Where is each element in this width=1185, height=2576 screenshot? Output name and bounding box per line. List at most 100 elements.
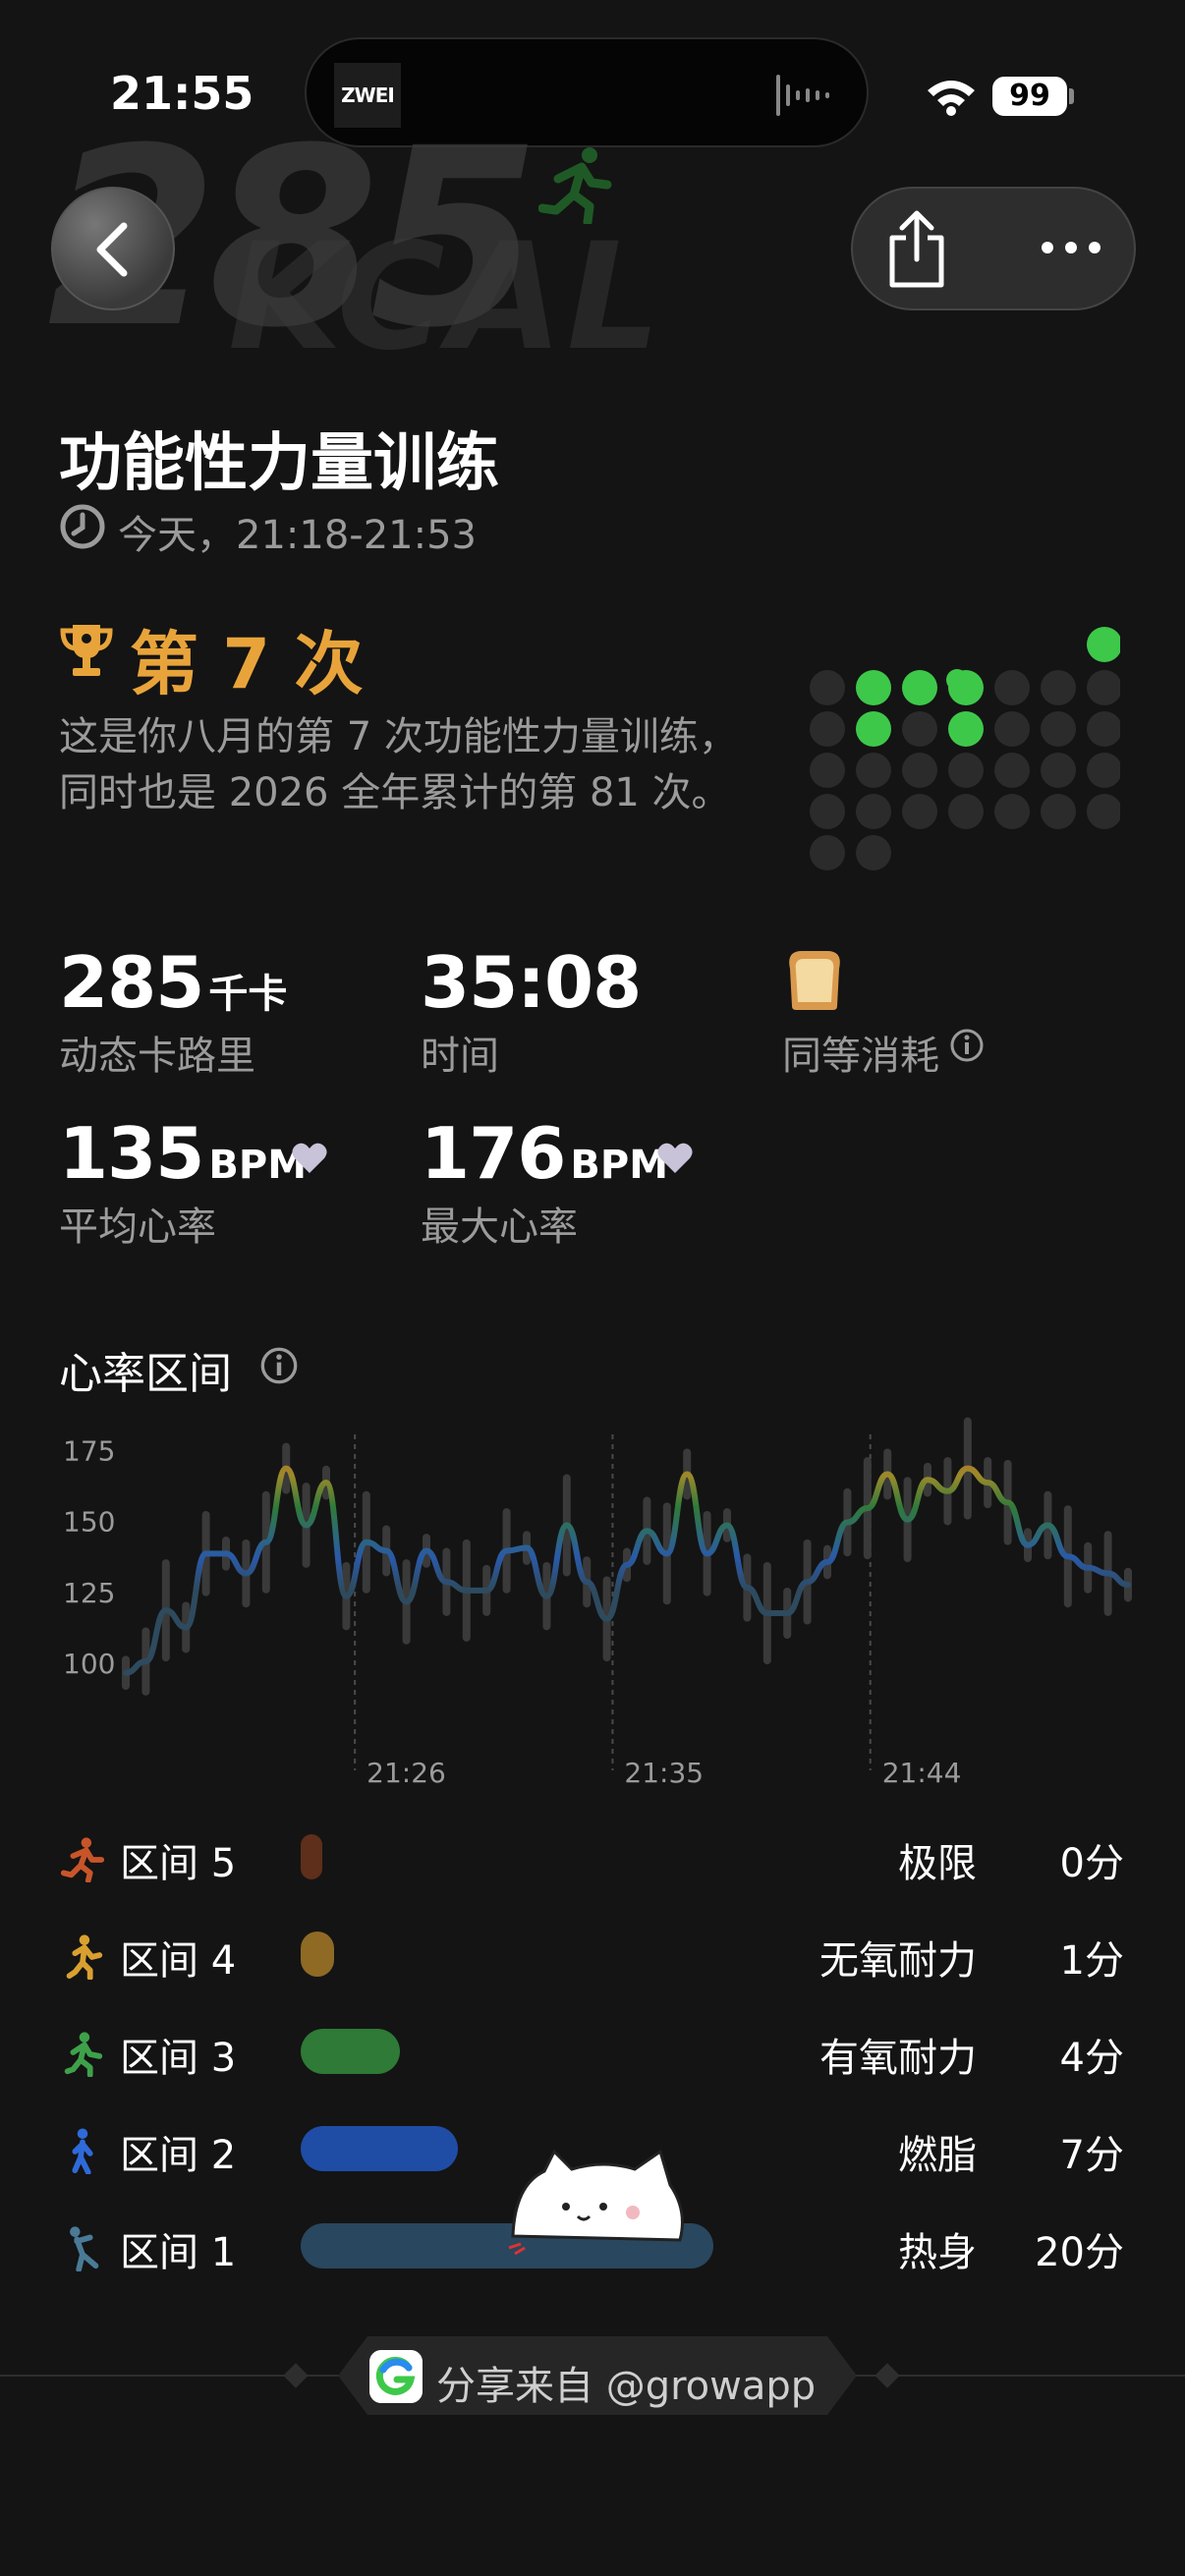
max-hr-unit: BPM (570, 1143, 668, 1188)
x-tick-label: 21:35 (624, 1757, 704, 1788)
dot-inactive (902, 711, 937, 747)
zone2-walker-icon (72, 2128, 93, 2174)
dot-inactive (810, 670, 845, 705)
zone-bar (301, 2029, 400, 2074)
dot-inactive (902, 753, 937, 788)
dot-active (856, 711, 891, 747)
max-hr-label: 最大心率 (421, 1204, 578, 1250)
dot-inactive (856, 753, 891, 788)
more-icon[interactable] (1040, 230, 1102, 265)
info-icon[interactable] (949, 1028, 985, 1063)
footer-diamond-right (875, 2363, 900, 2388)
zone-label: 区间 1 (120, 2230, 237, 2275)
dot-inactive (810, 753, 845, 788)
runner-watermark-icon (538, 147, 612, 224)
avg-hr-label: 平均心率 (59, 1204, 216, 1250)
duration-value-row: 35:08 (421, 941, 642, 1024)
achievement-title: 第 7 次 (130, 624, 364, 704)
share-icon[interactable] (882, 208, 951, 289)
zone4-runner-icon (66, 1934, 103, 1980)
zone1-stretch-icon (70, 2226, 99, 2271)
x-tick-label: 21:26 (367, 1757, 446, 1788)
dot-inactive (1087, 753, 1120, 788)
dot-inactive (1041, 670, 1076, 705)
zone-name: 极限 (898, 1841, 977, 1886)
zone5-runner-icon (61, 1837, 104, 1882)
battery-indicator: 99 (992, 77, 1067, 116)
back-button[interactable] (51, 187, 175, 310)
calories-label: 动态卡路里 (59, 1034, 255, 1079)
dot-inactive (948, 753, 984, 788)
y-tick-label: 125 (63, 1577, 115, 1609)
zone-minutes: 20分 (1035, 2230, 1124, 2275)
dot-inactive (1041, 711, 1076, 747)
heart-icon (657, 1143, 693, 1173)
zone-name: 热身 (898, 2230, 977, 2275)
chevron-left-icon (96, 222, 128, 277)
workout-time-range: 今天，21:18-21:53 (118, 513, 477, 558)
footer-diamond-left (283, 2363, 309, 2388)
audio-waveform-icon (776, 75, 829, 116)
dot-inactive (902, 794, 937, 829)
trophy-icon (60, 625, 113, 676)
y-tick-label: 150 (63, 1506, 115, 1539)
dot-active (946, 669, 968, 691)
zone3-runner-icon (64, 2032, 103, 2077)
workout-title: 功能性力量训练 (59, 427, 499, 500)
zone-bar (301, 1932, 334, 1977)
zone-label: 区间 2 (120, 2133, 237, 2178)
dot-inactive (856, 835, 891, 870)
monthly-workout-dot-grid (810, 627, 1120, 870)
dot-inactive (1087, 670, 1120, 705)
zone-label: 区间 5 (120, 1841, 237, 1886)
zone-name: 燃脂 (898, 2133, 977, 2178)
heart-rate-chart: 175 150 125 100 21:26 21:35 21:44 (63, 1417, 1132, 1788)
heart-icon (292, 1143, 327, 1173)
zone-bar (301, 2126, 458, 2171)
dot-inactive (810, 794, 845, 829)
achievement-line-2: 同时也是 2026 全年累计的第 81 次。 (59, 770, 731, 815)
zone-label: 区间 3 (120, 2036, 237, 2081)
calories-value: 285 (59, 941, 204, 1024)
dot-inactive (994, 794, 1030, 829)
max-hr-value: 176 (421, 1112, 566, 1195)
dot-inactive (856, 794, 891, 829)
zone-name: 无氧耐力 (819, 1938, 977, 1984)
zone-minutes: 1分 (1059, 1938, 1124, 1984)
calories-value-row: 285 千卡 (59, 941, 287, 1024)
avg-hr-value: 135 (59, 1112, 204, 1195)
zone-minutes: 0分 (1059, 1841, 1124, 1886)
clock-icon (60, 504, 105, 549)
bread-icon (789, 951, 840, 1010)
y-tick-label: 175 (63, 1434, 115, 1467)
dot-inactive (994, 753, 1030, 788)
cat-sticker-icon (508, 2149, 684, 2256)
y-tick-label: 100 (63, 1648, 115, 1680)
max-hr-value-row: 176 BPM (421, 1112, 668, 1195)
dot-inactive (1041, 794, 1076, 829)
dot-active (902, 670, 937, 705)
zone-row: 区间 5 极限 0分 (0, 1827, 1185, 1886)
dot-inactive (810, 835, 845, 870)
avg-hr-value-row: 135 BPM (59, 1112, 307, 1195)
dot-inactive (1087, 794, 1120, 829)
x-tick-label: 21:44 (882, 1757, 962, 1788)
dot-active (948, 711, 984, 747)
dot-inactive (994, 711, 1030, 747)
info-icon[interactable] (259, 1346, 299, 1385)
grow-logo-icon (369, 2350, 423, 2403)
equivalent-label: 同等消耗 (782, 1034, 939, 1079)
dot-inactive (1087, 711, 1120, 747)
zone-row: 区间 4 无氧耐力 1分 (0, 1925, 1185, 1984)
duration-value: 35:08 (421, 941, 642, 1024)
wifi-icon (928, 81, 975, 116)
zone-label: 区间 4 (120, 1938, 237, 1984)
zone-row: 区间 3 有氧耐力 4分 (0, 2022, 1185, 2081)
duration-label: 时间 (421, 1034, 499, 1079)
footer-share-text: 分享来自 @growapp (436, 2364, 817, 2409)
dot-inactive (948, 794, 984, 829)
hr-zone-title: 心率区间 (59, 1349, 232, 1399)
zone-name: 有氧耐力 (819, 2036, 977, 2081)
zone-minutes: 7分 (1059, 2133, 1124, 2178)
battery-tip (1069, 88, 1074, 104)
